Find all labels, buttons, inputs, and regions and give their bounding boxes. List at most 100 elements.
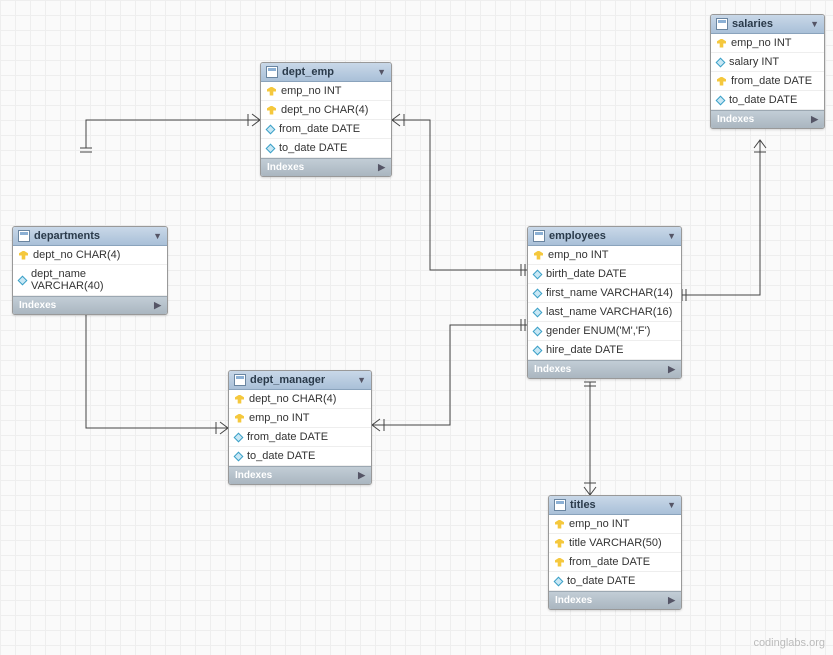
- table-icon: [266, 66, 278, 78]
- indexes-label: Indexes: [235, 470, 272, 481]
- diamond-icon: [266, 143, 276, 153]
- chevron-right-icon: ▶: [668, 595, 675, 606]
- table-departments[interactable]: departments ▼ dept_no CHAR(4) dept_name …: [12, 226, 168, 315]
- column-row[interactable]: dept_no CHAR(4): [229, 390, 371, 409]
- column-row[interactable]: to_date DATE: [229, 447, 371, 466]
- column-text: gender ENUM('M','F'): [546, 325, 650, 337]
- chevron-right-icon: ▶: [378, 162, 385, 173]
- column-row[interactable]: salary INT: [711, 53, 824, 72]
- column-row[interactable]: emp_no INT: [711, 34, 824, 53]
- column-row[interactable]: dept_name VARCHAR(40): [13, 265, 167, 296]
- table-header-dept-emp[interactable]: dept_emp ▼: [261, 63, 391, 82]
- watermark-text: codinglabs.org: [753, 637, 825, 649]
- chevron-right-icon: ▶: [154, 300, 161, 311]
- column-text: emp_no INT: [281, 85, 342, 97]
- table-title: dept_emp: [282, 66, 373, 78]
- chevron-down-icon: ▼: [153, 231, 162, 241]
- table-employees[interactable]: employees ▼ emp_no INT birth_date DATE f…: [527, 226, 682, 379]
- diamond-icon: [533, 269, 543, 279]
- indexes-label: Indexes: [717, 114, 754, 125]
- column-row[interactable]: to_date DATE: [261, 139, 391, 158]
- chevron-right-icon: ▶: [358, 470, 365, 481]
- table-title: titles: [570, 499, 663, 511]
- table-icon: [533, 230, 545, 242]
- column-text: emp_no INT: [731, 37, 792, 49]
- column-row[interactable]: gender ENUM('M','F'): [528, 322, 681, 341]
- table-icon: [716, 18, 728, 30]
- indexes-label: Indexes: [267, 162, 304, 173]
- column-text: emp_no INT: [249, 412, 310, 424]
- diagram-canvas: departments ▼ dept_no CHAR(4) dept_name …: [0, 0, 833, 655]
- table-title: salaries: [732, 18, 806, 30]
- indexes-section[interactable]: Indexes ▶: [528, 360, 681, 378]
- column-text: emp_no INT: [569, 518, 630, 530]
- column-row[interactable]: emp_no INT: [229, 409, 371, 428]
- diamond-icon: [533, 307, 543, 317]
- column-text: dept_no CHAR(4): [281, 104, 368, 116]
- table-dept-emp[interactable]: dept_emp ▼ emp_no INT dept_no CHAR(4) fr…: [260, 62, 392, 177]
- column-row[interactable]: title VARCHAR(50): [549, 534, 681, 553]
- table-header-titles[interactable]: titles ▼: [549, 496, 681, 515]
- indexes-section[interactable]: Indexes▶: [711, 110, 824, 128]
- chevron-right-icon: ▶: [668, 364, 675, 375]
- column-text: from_date DATE: [731, 75, 812, 87]
- column-row[interactable]: to_date DATE: [549, 572, 681, 591]
- column-row[interactable]: last_name VARCHAR(16): [528, 303, 681, 322]
- diamond-icon: [266, 124, 276, 134]
- key-icon: [267, 106, 276, 115]
- table-header-departments[interactable]: departments ▼: [13, 227, 167, 246]
- key-icon: [235, 414, 244, 423]
- column-row[interactable]: from_date DATE: [261, 120, 391, 139]
- column-text: dept_name VARCHAR(40): [31, 268, 161, 292]
- table-title: dept_manager: [250, 374, 353, 386]
- column-text: to_date DATE: [567, 575, 635, 587]
- table-dept-manager[interactable]: dept_manager ▼ dept_no CHAR(4) emp_no IN…: [228, 370, 372, 485]
- diamond-icon: [234, 451, 244, 461]
- table-header-employees[interactable]: employees ▼: [528, 227, 681, 246]
- column-row[interactable]: first_name VARCHAR(14): [528, 284, 681, 303]
- key-icon: [555, 520, 564, 529]
- column-row[interactable]: emp_no INT: [549, 515, 681, 534]
- column-row[interactable]: dept_no CHAR(4): [261, 101, 391, 120]
- indexes-section[interactable]: Indexes▶: [13, 296, 167, 314]
- column-row[interactable]: to_date DATE: [711, 91, 824, 110]
- diamond-icon: [554, 576, 564, 586]
- indexes-section[interactable]: Indexes ▶: [229, 466, 371, 484]
- key-icon: [267, 87, 276, 96]
- column-row[interactable]: dept_no CHAR(4): [13, 246, 167, 265]
- indexes-section[interactable]: Indexes▶: [549, 591, 681, 609]
- table-title: departments: [34, 230, 149, 242]
- indexes-section[interactable]: Indexes ▶: [261, 158, 391, 176]
- column-row[interactable]: hire_date DATE: [528, 341, 681, 360]
- column-row[interactable]: emp_no INT: [261, 82, 391, 101]
- diamond-icon: [533, 345, 543, 355]
- column-text: from_date DATE: [279, 123, 360, 135]
- column-text: salary INT: [729, 56, 779, 68]
- column-row[interactable]: from_date DATE: [711, 72, 824, 91]
- diamond-icon: [533, 288, 543, 298]
- table-header-dept-manager[interactable]: dept_manager ▼: [229, 371, 371, 390]
- column-text: to_date DATE: [247, 450, 315, 462]
- chevron-down-icon: ▼: [667, 231, 676, 241]
- column-text: from_date DATE: [247, 431, 328, 443]
- table-salaries[interactable]: salaries ▼ emp_no INT salary INT from_da…: [710, 14, 825, 129]
- indexes-label: Indexes: [534, 364, 571, 375]
- table-titles[interactable]: titles ▼ emp_no INT title VARCHAR(50) fr…: [548, 495, 682, 610]
- column-row[interactable]: from_date DATE: [229, 428, 371, 447]
- column-row[interactable]: birth_date DATE: [528, 265, 681, 284]
- key-icon: [19, 251, 28, 260]
- diamond-icon: [533, 326, 543, 336]
- key-icon: [555, 558, 564, 567]
- column-text: dept_no CHAR(4): [249, 393, 336, 405]
- table-header-salaries[interactable]: salaries ▼: [711, 15, 824, 34]
- key-icon: [235, 395, 244, 404]
- column-text: from_date DATE: [569, 556, 650, 568]
- table-icon: [18, 230, 30, 242]
- key-icon: [717, 39, 726, 48]
- column-row[interactable]: emp_no INT: [528, 246, 681, 265]
- table-icon: [234, 374, 246, 386]
- column-row[interactable]: from_date DATE: [549, 553, 681, 572]
- column-text: hire_date DATE: [546, 344, 623, 356]
- column-text: first_name VARCHAR(14): [546, 287, 673, 299]
- column-text: birth_date DATE: [546, 268, 627, 280]
